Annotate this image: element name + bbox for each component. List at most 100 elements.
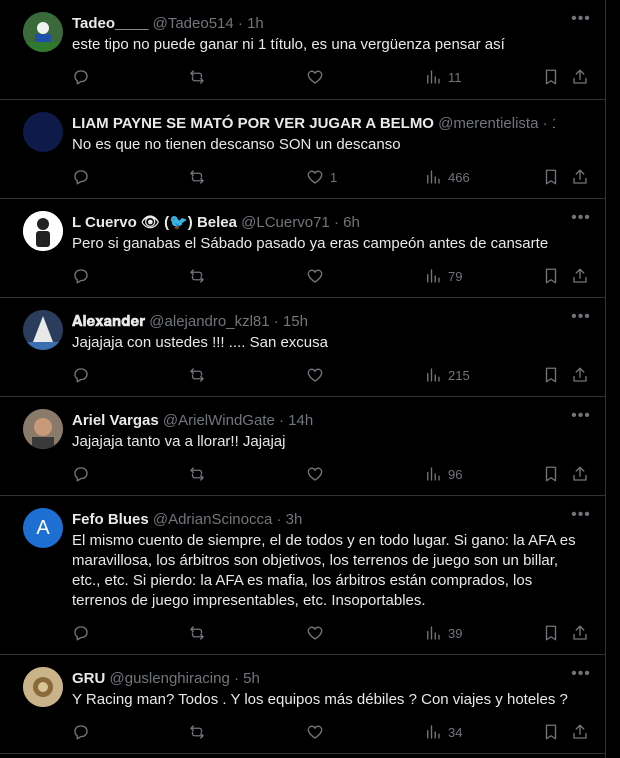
- retweet-button[interactable]: [188, 722, 206, 742]
- avatar[interactable]: [23, 409, 63, 449]
- more-options-icon[interactable]: •••: [569, 665, 593, 689]
- share-button[interactable]: [571, 67, 589, 87]
- more-options-icon[interactable]: •••: [569, 209, 593, 233]
- user-handle[interactable]: @ArielWindGate: [163, 412, 275, 429]
- reply-button[interactable]: [72, 67, 90, 87]
- retweet-button[interactable]: [188, 266, 206, 286]
- like-button[interactable]: [306, 67, 330, 87]
- views-button[interactable]: 39: [424, 623, 462, 643]
- user-handle[interactable]: @Tadeo514: [153, 15, 234, 32]
- retweet-button[interactable]: [188, 464, 206, 484]
- tweet-text: Jajajaja con ustedes !!! .... San excusa: [72, 334, 328, 351]
- user-handle[interactable]: @alejandro_kzl81: [149, 313, 269, 330]
- retweet-button[interactable]: [188, 67, 206, 87]
- like-button[interactable]: [306, 722, 330, 742]
- tweet[interactable]: GRU @guslenghiracing · 5h ••• Y Racing m…: [0, 655, 605, 754]
- bookmark-button[interactable]: [542, 722, 560, 742]
- tweet-text: Y Racing man? Todos . Y los equipos más …: [72, 691, 568, 708]
- reply-button[interactable]: [72, 365, 90, 385]
- avatar[interactable]: [23, 310, 63, 350]
- tweet[interactable]: 𝐀𝐥𝐞𝐱𝐚𝐧𝐝𝐞𝐫 @alejandro_kzl81 · 15h ••• Jaj…: [0, 298, 605, 397]
- display-name[interactable]: Tadeo____: [72, 15, 148, 32]
- tweet[interactable]: Ariel Vargas @ArielWindGate · 14h ••• Ja…: [0, 397, 605, 496]
- reply-button[interactable]: [72, 266, 90, 286]
- timestamp[interactable]: 1h: [247, 15, 264, 32]
- view-count: 39: [448, 625, 463, 641]
- avatar[interactable]: [23, 112, 63, 152]
- display-name[interactable]: GRU: [72, 670, 105, 687]
- display-name[interactable]: LIAM PAYNE SE MATÓ POR VER JUGAR A BELMO: [72, 115, 434, 132]
- display-name[interactable]: L Cuervo 👁 (🐦) Belea: [72, 214, 237, 231]
- views-button[interactable]: 96: [424, 464, 462, 484]
- views-icon: [427, 70, 440, 84]
- reply-button[interactable]: [72, 623, 90, 643]
- like-button[interactable]: [306, 623, 330, 643]
- views-icon: [427, 170, 440, 184]
- heart-icon: [307, 170, 323, 184]
- display-name[interactable]: Ariel Vargas: [72, 412, 159, 429]
- tweet[interactable]: LIAM PAYNE SE MATÓ POR VER JUGAR A BELMO…: [0, 100, 605, 199]
- retweet-button[interactable]: [188, 365, 206, 385]
- avatar[interactable]: [23, 667, 63, 707]
- reply-button[interactable]: [72, 167, 90, 187]
- share-button[interactable]: [571, 722, 589, 742]
- timestamp[interactable]: 3h: [286, 511, 303, 528]
- bookmark-button[interactable]: [542, 464, 560, 484]
- action-bar: 1 466: [72, 167, 605, 187]
- bookmark-button[interactable]: [542, 67, 560, 87]
- like-button[interactable]: [306, 464, 330, 484]
- tweet[interactable]: A Fefo Blues @AdrianScinocca · 3h ••• El…: [0, 496, 605, 655]
- bookmark-button[interactable]: [542, 266, 560, 286]
- bookmark-button[interactable]: [542, 623, 560, 643]
- tweet[interactable]: Tadeo____ @Tadeo514 · 1h ••• este tipo n…: [0, 0, 605, 100]
- views-button[interactable]: 34: [424, 722, 462, 742]
- view-count: 79: [448, 268, 463, 284]
- user-handle[interactable]: @LCuervo71: [241, 214, 330, 231]
- avatar[interactable]: [23, 211, 63, 251]
- views-button[interactable]: 466: [424, 167, 470, 187]
- reply-button[interactable]: [72, 464, 90, 484]
- display-name[interactable]: Fefo Blues: [72, 511, 149, 528]
- display-name[interactable]: 𝐀𝐥𝐞𝐱𝐚𝐧𝐝𝐞𝐫: [72, 313, 145, 330]
- timestamp[interactable]: 14h: [552, 115, 555, 132]
- retweet-button[interactable]: [188, 623, 206, 643]
- heart-icon: [307, 269, 323, 283]
- tweet[interactable]: L Cuervo 👁 (🐦) Belea @LCuervo71 · 6h •••…: [0, 199, 605, 298]
- user-handle[interactable]: @AdrianScinocca: [153, 511, 272, 528]
- like-button[interactable]: [306, 266, 330, 286]
- more-options-icon[interactable]: •••: [569, 407, 593, 431]
- avatar[interactable]: [23, 12, 63, 52]
- timestamp[interactable]: 14h: [288, 412, 313, 429]
- reply-button[interactable]: [72, 722, 90, 742]
- like-button[interactable]: 1: [306, 167, 337, 187]
- share-button[interactable]: [571, 365, 589, 385]
- user-handle[interactable]: @guslenghiracing: [110, 670, 230, 687]
- share-button[interactable]: [571, 167, 589, 187]
- views-button[interactable]: 215: [424, 365, 470, 385]
- share-icon: [573, 724, 587, 739]
- views-button[interactable]: 79: [424, 266, 462, 286]
- reply-icon: [74, 170, 88, 185]
- timestamp[interactable]: 15h: [283, 313, 308, 330]
- more-options-icon[interactable]: •••: [569, 506, 593, 530]
- more-options-icon[interactable]: •••: [569, 308, 593, 332]
- avatar[interactable]: A: [23, 508, 63, 548]
- share-button[interactable]: [571, 623, 589, 643]
- views-icon: [427, 725, 440, 739]
- views-button[interactable]: 11: [424, 67, 462, 87]
- separator: ·: [237, 15, 243, 32]
- user-handle[interactable]: @merentielista: [438, 115, 538, 132]
- reply-icon: [74, 70, 88, 85]
- retweet-button[interactable]: [188, 167, 206, 187]
- bookmark-button[interactable]: [542, 365, 560, 385]
- share-button[interactable]: [571, 266, 589, 286]
- share-button[interactable]: [571, 464, 589, 484]
- more-options-icon[interactable]: •••: [569, 10, 593, 34]
- reply-icon: [74, 467, 88, 482]
- share-icon: [573, 69, 587, 84]
- timestamp[interactable]: 6h: [343, 214, 360, 231]
- like-button[interactable]: [306, 365, 330, 385]
- bookmark-button[interactable]: [542, 167, 560, 187]
- share-icon: [573, 169, 587, 184]
- timestamp[interactable]: 5h: [243, 670, 260, 687]
